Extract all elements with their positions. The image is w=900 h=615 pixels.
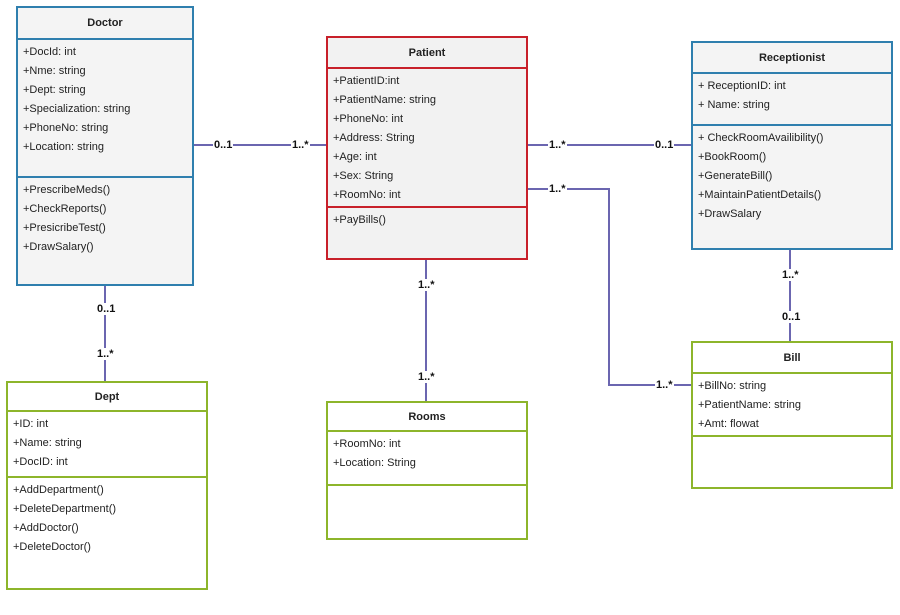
attribute: +RoomNo: int (333, 438, 401, 450)
method: +GenerateBill() (698, 170, 773, 182)
attribute: +Nme: string (23, 65, 86, 77)
method: +CheckReports() (23, 203, 107, 215)
attributes: +PatientID:int +PatientName: string +Pho… (328, 69, 526, 208)
methods: + CheckRoomAvailibility() +BookRoom() +G… (693, 126, 891, 224)
attribute: +PatientName: string (698, 399, 802, 411)
class-name: Dept (8, 383, 206, 412)
attributes: +DocId: int +Nme: string +Dept: string +… (18, 40, 192, 178)
class-name: Rooms (328, 403, 526, 432)
association-patient-bill (527, 188, 691, 386)
multiplicity-label: 0..1 (96, 303, 117, 315)
method: +PresicribeTest() (23, 222, 106, 234)
attributes: +ID: int +Name: string +DocID: int (8, 412, 206, 478)
multiplicity-label: 1..* (548, 139, 567, 151)
method: +AddDepartment() (13, 484, 104, 496)
class-patient[interactable]: Patient +PatientID:int +PatientName: str… (326, 36, 528, 260)
class-rooms[interactable]: Rooms +RoomNo: int +Location: String (326, 401, 528, 540)
method: +DrawSalary() (23, 241, 94, 253)
method: +AddDoctor() (13, 522, 79, 534)
methods: +AddDepartment() +DeleteDepartment() +Ad… (8, 478, 206, 557)
methods: +PrescribeMeds() +CheckReports() +Presic… (18, 178, 192, 257)
multiplicity-label: 0..1 (781, 311, 802, 323)
attribute: +DocId: int (23, 46, 76, 58)
method: +PayBills() (333, 214, 386, 226)
attributes: +BillNo: string +PatientName: string +Am… (693, 374, 891, 437)
attribute: +Name: string (13, 437, 82, 449)
class-dept[interactable]: Dept +ID: int +Name: string +DocID: int … (6, 381, 208, 590)
multiplicity-label: 1..* (417, 279, 436, 291)
attribute: +RoomNo: int (333, 189, 401, 201)
attribute: +BillNo: string (698, 380, 767, 392)
attribute: +Address: String (333, 132, 415, 144)
multiplicity-label: 0..1 (213, 139, 234, 151)
class-bill[interactable]: Bill +BillNo: string +PatientName: strin… (691, 341, 893, 489)
multiplicity-label: 1..* (655, 379, 674, 391)
method: +DrawSalary (698, 208, 762, 220)
attribute: + Name: string (698, 99, 770, 111)
methods (693, 437, 891, 440)
attribute: +DocID: int (13, 456, 68, 468)
attribute: +Dept: string (23, 84, 86, 96)
attribute: +PatientID:int (333, 75, 400, 87)
methods (328, 486, 526, 489)
methods: +PayBills() (328, 208, 526, 230)
method: +MaintainPatientDetails() (698, 189, 822, 201)
multiplicity-label: 1..* (781, 269, 800, 281)
attribute: +Sex: String (333, 170, 394, 182)
class-doctor[interactable]: Doctor +DocId: int +Nme: string +Dept: s… (16, 6, 194, 286)
attribute: +Amt: flowat (698, 418, 759, 430)
attribute: +Age: int (333, 151, 377, 163)
attribute: +Location: string (23, 141, 105, 153)
method: +PrescribeMeds() (23, 184, 111, 196)
multiplicity-label: 1..* (96, 348, 115, 360)
multiplicity-label: 1..* (417, 371, 436, 383)
attribute: +PhoneNo: int (333, 113, 404, 125)
attribute: + ReceptionID: int (698, 80, 786, 92)
method: +BookRoom() (698, 151, 767, 163)
class-name: Patient (328, 38, 526, 69)
attributes: + ReceptionID: int + Name: string (693, 74, 891, 126)
method: +DeleteDoctor() (13, 541, 91, 553)
class-name: Bill (693, 343, 891, 374)
class-name: Receptionist (693, 43, 891, 74)
attribute: +PhoneNo: string (23, 122, 109, 134)
attribute: +Specialization: string (23, 103, 131, 115)
multiplicity-label: 1..* (548, 183, 567, 195)
attributes: +RoomNo: int +Location: String (328, 432, 526, 486)
multiplicity-label: 1..* (291, 139, 310, 151)
class-name: Doctor (18, 8, 192, 40)
multiplicity-label: 0..1 (654, 139, 675, 151)
attribute: +PatientName: string (333, 94, 437, 106)
class-receptionist[interactable]: Receptionist + ReceptionID: int + Name: … (691, 41, 893, 250)
method: + CheckRoomAvailibility() (698, 132, 824, 144)
attribute: +Location: String (333, 457, 416, 469)
attribute: +ID: int (13, 418, 49, 430)
method: +DeleteDepartment() (13, 503, 117, 515)
